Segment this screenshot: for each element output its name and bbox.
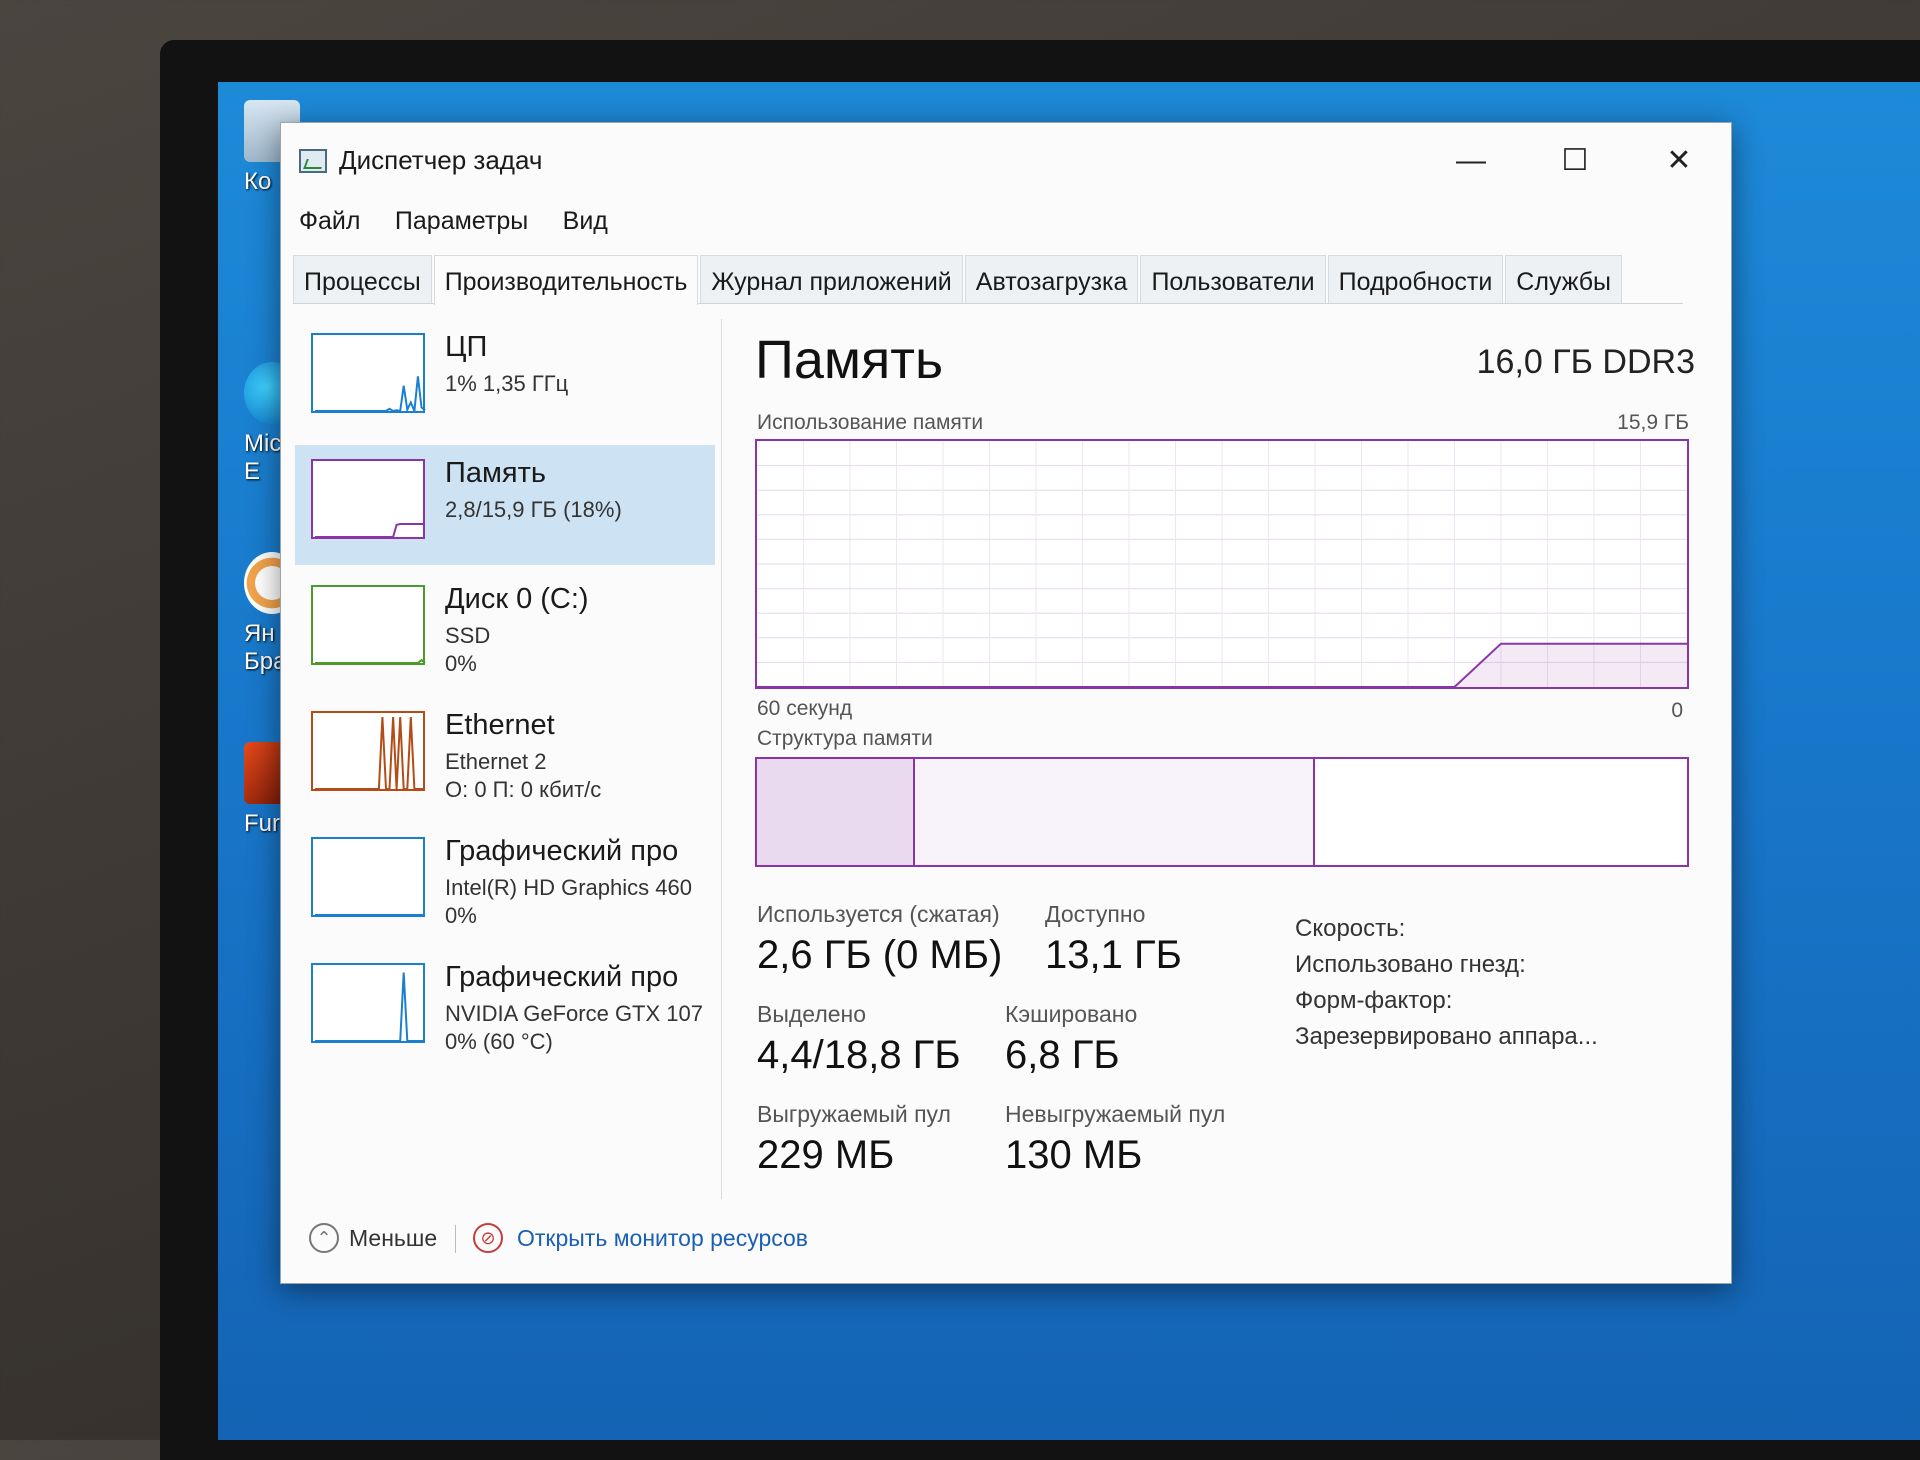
usage-max: 15,9 ГБ bbox=[1617, 411, 1689, 435]
available-label: Доступно bbox=[1045, 901, 1145, 928]
structure-in-use bbox=[757, 759, 915, 865]
memory-usage-svg bbox=[757, 441, 1687, 687]
tab-users[interactable]: Пользователи bbox=[1140, 255, 1325, 303]
tab-startup[interactable]: Автозагрузка bbox=[965, 255, 1139, 303]
cpu-thumbnail-graph bbox=[311, 333, 425, 413]
memory-spec: 16,0 ГБ DDR3 bbox=[1477, 343, 1695, 382]
open-resource-monitor-link[interactable]: Открыть монитор ресурсов bbox=[517, 1225, 808, 1252]
nav-item-sub: 1% 1,35 ГГц bbox=[445, 371, 713, 397]
window-title: Диспетчер задач bbox=[339, 145, 542, 176]
thumbnail-line bbox=[315, 524, 425, 537]
hardware-reserved-label: Зарезервировано аппара... bbox=[1295, 1023, 1598, 1051]
form-factor-label: Форм-фактор: bbox=[1295, 987, 1452, 1015]
nav-item-name: Память bbox=[445, 457, 546, 490]
nav-item-name: Диск 0 (C:) bbox=[445, 583, 589, 616]
resource-monitor-icon: ⊘ bbox=[473, 1223, 503, 1253]
tab-processes[interactable]: Процессы bbox=[293, 255, 432, 303]
committed-value: 4,4/18,8 ГБ bbox=[757, 1033, 961, 1078]
nav-item-gpu-1[interactable]: Графический про NVIDIA GeForce GTX 107 0… bbox=[295, 949, 715, 1069]
time-axis-zero: 0 bbox=[1671, 699, 1683, 723]
structure-label: Структура памяти bbox=[757, 727, 933, 751]
performance-nav: ЦП 1% 1,35 ГГц Память 2,8/15,9 ГБ (18%) … bbox=[295, 319, 715, 1199]
gpu0-thumbnail-graph bbox=[311, 837, 425, 917]
footer-divider bbox=[455, 1225, 456, 1253]
slots-used-label: Использовано гнезд: bbox=[1295, 951, 1526, 979]
maximize-button[interactable]: ☐ bbox=[1531, 131, 1619, 191]
speed-label: Скорость: bbox=[1295, 915, 1405, 943]
nav-item-disk[interactable]: Диск 0 (C:) SSD 0% bbox=[295, 571, 715, 691]
nav-item-memory[interactable]: Память 2,8/15,9 ГБ (18%) bbox=[295, 445, 715, 565]
nav-item-sub2: 0% bbox=[445, 651, 477, 677]
nav-item-sub: Ethernet 2 bbox=[445, 749, 713, 775]
structure-free bbox=[1315, 759, 1687, 865]
fewer-details-link[interactable]: Меньше bbox=[349, 1225, 437, 1252]
in-use-label: Используется (сжатая) bbox=[757, 901, 1000, 928]
panel-title: Память bbox=[755, 329, 943, 391]
tab-app-history[interactable]: Журнал приложений bbox=[700, 255, 962, 303]
thumbnail-line bbox=[315, 660, 425, 663]
menu-view[interactable]: Вид bbox=[563, 207, 608, 235]
available-value: 13,1 ГБ bbox=[1045, 933, 1182, 978]
nav-item-sub: Intel(R) HD Graphics 460 bbox=[445, 875, 713, 901]
paged-pool-value: 229 МБ bbox=[757, 1133, 894, 1178]
in-use-value: 2,6 ГБ (0 МБ) bbox=[757, 933, 1002, 978]
nav-item-name: ЦП bbox=[445, 331, 487, 364]
task-manager-window: Диспетчер задач — ☐ ✕ Файл Параметры Вид… bbox=[280, 122, 1732, 1284]
committed-label: Выделено bbox=[757, 1001, 866, 1028]
thumbnail-line bbox=[315, 376, 425, 411]
menu-bar: Файл Параметры Вид bbox=[299, 207, 638, 247]
disk-thumbnail-graph bbox=[311, 585, 425, 665]
nav-item-sub: SSD bbox=[445, 623, 713, 649]
memory-structure-bar bbox=[755, 757, 1689, 867]
tab-services[interactable]: Службы bbox=[1505, 255, 1622, 303]
nav-item-name: Графический про bbox=[445, 835, 678, 868]
time-axis-label: 60 секунд bbox=[757, 697, 852, 721]
thumbnail-line bbox=[315, 973, 425, 1041]
nav-item-name: Ethernet bbox=[445, 709, 555, 742]
nonpaged-pool-label: Невыгружаемый пул bbox=[1005, 1101, 1225, 1128]
cached-label: Кэшировано bbox=[1005, 1001, 1137, 1028]
nav-item-cpu[interactable]: ЦП 1% 1,35 ГГц bbox=[295, 319, 715, 439]
thumbnail-svg bbox=[313, 713, 427, 793]
title-bar[interactable]: Диспетчер задач — ☐ ✕ bbox=[281, 123, 1731, 199]
thumbnail-line bbox=[315, 717, 425, 789]
thumbnail-svg bbox=[313, 839, 427, 919]
gpu1-thumbnail-graph bbox=[311, 963, 425, 1043]
menu-file[interactable]: Файл bbox=[299, 207, 360, 235]
nonpaged-pool-value: 130 МБ bbox=[1005, 1133, 1142, 1178]
nav-item-sub2: 0% (60 °C) bbox=[445, 1029, 553, 1055]
cached-value: 6,8 ГБ bbox=[1005, 1033, 1120, 1078]
usage-label: Использование памяти bbox=[757, 411, 983, 435]
thumbnail-svg bbox=[313, 965, 427, 1045]
tab-bar: Процессы Производительность Журнал прило… bbox=[293, 255, 1683, 304]
task-manager-icon bbox=[299, 149, 327, 173]
tab-details[interactable]: Подробности bbox=[1328, 255, 1504, 303]
minimize-button[interactable]: — bbox=[1427, 131, 1515, 191]
nav-item-gpu-0[interactable]: Графический про Intel(R) HD Graphics 460… bbox=[295, 823, 715, 943]
structure-standby bbox=[915, 759, 1315, 865]
chevron-up-icon[interactable]: ⌃ bbox=[309, 1223, 339, 1253]
nav-item-name: Графический про bbox=[445, 961, 678, 994]
nav-item-sub2: 0% bbox=[445, 903, 477, 929]
tab-performance[interactable]: Производительность bbox=[434, 255, 699, 305]
thumbnail-svg bbox=[313, 587, 427, 667]
thumbnail-svg bbox=[313, 335, 427, 415]
nav-divider bbox=[721, 319, 722, 1199]
thumbnail-svg bbox=[313, 461, 427, 541]
memory-usage-graph bbox=[755, 439, 1689, 689]
ethernet-thumbnail-graph bbox=[311, 711, 425, 791]
footer-bar: ⌃ Меньше ⊘ Открыть монитор ресурсов bbox=[295, 1213, 1715, 1269]
nav-item-sub: NVIDIA GeForce GTX 107 bbox=[445, 1001, 713, 1027]
desktop: Ко Mic E Ян Бра FurM Диспетчер задач — ☐… bbox=[218, 82, 1920, 1440]
nav-item-sub2: О: 0 П: 0 кбит/с bbox=[445, 777, 601, 803]
nav-item-ethernet[interactable]: Ethernet Ethernet 2 О: 0 П: 0 кбит/с bbox=[295, 697, 715, 817]
memory-thumbnail-graph bbox=[311, 459, 425, 539]
close-button[interactable]: ✕ bbox=[1635, 131, 1723, 191]
paged-pool-label: Выгружаемый пул bbox=[757, 1101, 951, 1128]
memory-panel: Память 16,0 ГБ DDR3 Использование памяти… bbox=[755, 319, 1695, 1199]
menu-options[interactable]: Параметры bbox=[395, 207, 528, 235]
nav-item-sub: 2,8/15,9 ГБ (18%) bbox=[445, 497, 713, 523]
